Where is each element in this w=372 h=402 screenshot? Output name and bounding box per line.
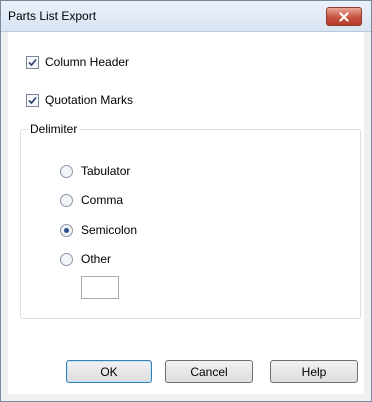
- column-header-option[interactable]: Column Header: [26, 55, 129, 69]
- tabulator-option[interactable]: Tabulator: [60, 164, 130, 178]
- semicolon-radio[interactable]: [60, 223, 73, 237]
- semicolon-option[interactable]: Semicolon: [60, 223, 137, 237]
- quotation-marks-label: Quotation Marks: [45, 93, 134, 107]
- close-button[interactable]: [326, 7, 362, 26]
- other-option[interactable]: Other: [60, 252, 111, 266]
- window-title: Parts List Export: [8, 9, 97, 23]
- dialog-window: Parts List Export Column Header Quotatio…: [0, 0, 372, 402]
- tabulator-label: Tabulator: [81, 164, 131, 178]
- title-bar[interactable]: Parts List Export: [1, 1, 371, 32]
- quotation-marks-option[interactable]: Quotation Marks: [26, 93, 133, 107]
- delimiter-group: Delimiter Tabulator Comma Semicolon Othe…: [20, 122, 361, 319]
- close-icon: [339, 11, 349, 22]
- comma-option[interactable]: Comma: [60, 193, 123, 207]
- column-header-checkbox[interactable]: [26, 55, 39, 69]
- dialog-content: Column Header Quotation Marks Delimiter …: [8, 32, 364, 394]
- delimiter-group-label: Delimiter: [28, 122, 80, 136]
- semicolon-label: Semicolon: [81, 223, 138, 237]
- check-icon: [28, 58, 37, 66]
- check-icon: [28, 96, 37, 104]
- cancel-button[interactable]: Cancel: [165, 360, 253, 383]
- other-radio[interactable]: [60, 252, 73, 266]
- quotation-marks-checkbox[interactable]: [26, 93, 39, 107]
- column-header-label: Column Header: [45, 55, 130, 69]
- other-label: Other: [81, 252, 112, 266]
- help-button[interactable]: Help: [270, 360, 358, 383]
- comma-label: Comma: [81, 193, 124, 207]
- comma-radio[interactable]: [60, 193, 73, 207]
- ok-button[interactable]: OK: [66, 360, 152, 383]
- other-delimiter-input[interactable]: [81, 276, 119, 299]
- tabulator-radio[interactable]: [60, 164, 73, 178]
